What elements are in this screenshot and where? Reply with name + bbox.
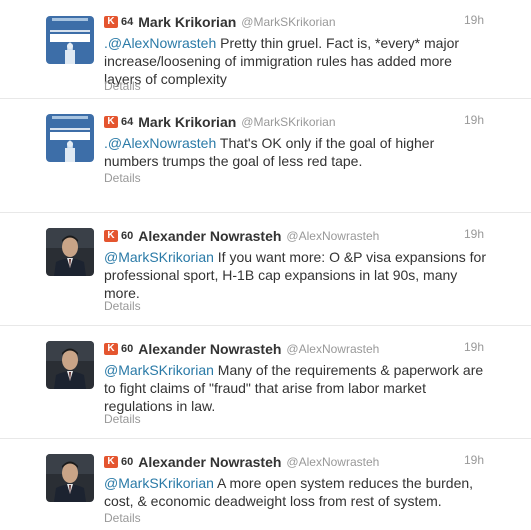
tweet[interactable]: K 60 Alexander Nowrasteh @AlexNowrasteh … [0,326,531,439]
klout-icon: K [104,116,118,128]
author-handle[interactable]: @AlexNowrasteh [286,229,379,243]
tweet-header: K 60 Alexander Nowrasteh @AlexNowrasteh [104,453,491,471]
tweet-text: .@AlexNowrasteh Pretty thin gruel. Fact … [104,34,489,88]
klout-score: K 60 [104,456,133,468]
tweet-text: @MarkSKrikorian If you want more: O &P v… [104,248,489,302]
tweet-text: @MarkSKrikorian Many of the requirements… [104,361,489,415]
details-link[interactable]: Details [104,412,141,426]
mention-link[interactable]: @MarkSKrikorian [104,475,214,491]
klout-icon: K [104,456,118,468]
tweet[interactable]: K 60 Alexander Nowrasteh @AlexNowrasteh … [0,439,531,530]
tweet-timestamp[interactable]: 19h [464,227,484,241]
author-handle[interactable]: @MarkSKrikorian [241,115,335,129]
mention-link[interactable]: .@AlexNowrasteh [104,35,216,51]
tweet-timestamp[interactable]: 19h [464,453,484,467]
details-link[interactable]: Details [104,171,141,185]
mention-link[interactable]: @MarkSKrikorian [104,249,214,265]
person-photo-icon[interactable] [46,341,94,389]
details-link[interactable]: Details [104,79,141,93]
avatar-image [46,114,94,162]
tweet-header: K 64 Mark Krikorian @MarkSKrikorian [104,13,491,31]
avatar-image [46,454,94,502]
klout-icon: K [104,16,118,28]
details-link[interactable]: Details [104,511,141,525]
klout-icon: K [104,230,118,242]
klout-score: K 60 [104,230,133,242]
tweet[interactable]: K 60 Alexander Nowrasteh @AlexNowrasteh … [0,213,531,326]
immigration-book-icon[interactable] [46,16,94,64]
tweet-header: K 60 Alexander Nowrasteh @AlexNowrasteh [104,227,491,245]
tweet[interactable]: K 64 Mark Krikorian @MarkSKrikorian 19h … [0,0,531,99]
tweet-text: @MarkSKrikorian A more open system reduc… [104,474,489,510]
klout-icon: K [104,343,118,355]
mention-link[interactable]: @MarkSKrikorian [104,362,214,378]
author-name[interactable]: Alexander Nowrasteh [138,454,281,470]
author-handle[interactable]: @MarkSKrikorian [241,15,335,29]
details-link[interactable]: Details [104,299,141,313]
author-handle[interactable]: @AlexNowrasteh [286,342,379,356]
person-photo-icon[interactable] [46,228,94,276]
tweet[interactable]: K 64 Mark Krikorian @MarkSKrikorian 19h … [0,99,531,213]
author-handle[interactable]: @AlexNowrasteh [286,455,379,469]
mention-link[interactable]: .@AlexNowrasteh [104,135,216,151]
avatar-image [46,228,94,276]
klout-score: K 64 [104,16,133,28]
author-name[interactable]: Alexander Nowrasteh [138,341,281,357]
klout-score: K 64 [104,116,133,128]
klout-score: K 60 [104,343,133,355]
author-name[interactable]: Mark Krikorian [138,14,236,30]
author-name[interactable]: Alexander Nowrasteh [138,228,281,244]
tweet-header: K 60 Alexander Nowrasteh @AlexNowrasteh [104,340,491,358]
tweet-timestamp[interactable]: 19h [464,113,484,127]
avatar-image [46,16,94,64]
tweet-header: K 64 Mark Krikorian @MarkSKrikorian [104,113,491,131]
tweet-feed: K 64 Mark Krikorian @MarkSKrikorian 19h … [0,0,531,530]
tweet-timestamp[interactable]: 19h [464,340,484,354]
tweet-timestamp[interactable]: 19h [464,13,484,27]
author-name[interactable]: Mark Krikorian [138,114,236,130]
avatar-image [46,341,94,389]
person-photo-icon[interactable] [46,454,94,502]
tweet-text: .@AlexNowrasteh That's OK only if the go… [104,134,489,170]
immigration-book-icon[interactable] [46,114,94,162]
